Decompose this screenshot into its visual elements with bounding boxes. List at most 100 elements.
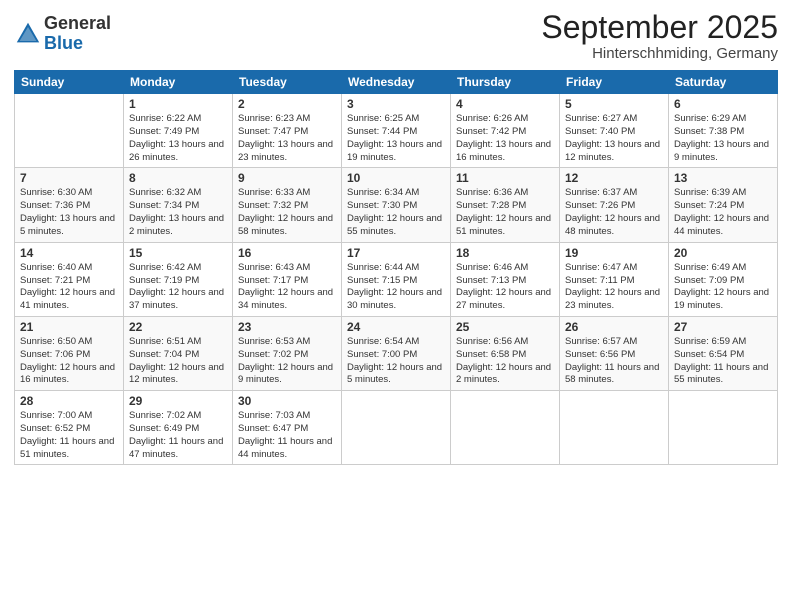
calendar-cell: 10Sunrise: 6:34 AM Sunset: 7:30 PM Dayli…: [342, 168, 451, 242]
calendar-cell: [560, 391, 669, 465]
day-info: Sunrise: 6:53 AM Sunset: 7:02 PM Dayligh…: [238, 336, 336, 387]
day-number: 12: [565, 171, 663, 185]
calendar-cell: 11 Sunrise: 6:36 AM Sunset: 7:28 PM Dayli…: [451, 168, 560, 242]
day-number: 18: [456, 246, 554, 260]
day-number: 10: [347, 171, 445, 185]
day-number: 30: [238, 394, 336, 408]
calendar-cell: 12 Sunrise: 6:37 AM Sunset: 7:26 PM Dayli…: [560, 168, 669, 242]
day-info: Sunrise: 6:29 AM Sunset: 7:38 PM Dayligh…: [674, 113, 772, 164]
calendar-header-row: SundayMondayTuesdayWednesdayThursdayFrid…: [15, 71, 778, 94]
day-info: Sunrise: 6:59 AM Sunset: 6:54 PM Dayligh…: [674, 336, 772, 387]
header: General Blue September 2025 Hinterschhmi…: [14, 10, 778, 62]
day-number: 20: [674, 246, 772, 260]
day-info: Sunrise: 6:54 AM Sunset: 7:00 PM Dayligh…: [347, 336, 445, 387]
day-info: Sunrise: 6:39 AM Sunset: 7:24 PM Dayligh…: [674, 187, 772, 238]
day-number: 6: [674, 97, 772, 111]
page-container: General Blue September 2025 Hinterschhmi…: [0, 0, 792, 475]
day-number: 29: [129, 394, 227, 408]
calendar-cell: 21 Sunrise: 6:50 AM Sunset: 7:06 PM Dayli…: [15, 316, 124, 390]
day-info: Sunrise: 6:56 AM Sunset: 6:58 PM Dayligh…: [456, 336, 554, 387]
calendar-cell: [669, 391, 778, 465]
day-number: 3: [347, 97, 445, 111]
day-info: Sunrise: 6:37 AM Sunset: 7:26 PM Dayligh…: [565, 187, 663, 238]
calendar-table: SundayMondayTuesdayWednesdayThursdayFrid…: [14, 70, 778, 465]
day-info: Sunrise: 6:50 AM Sunset: 7:06 PM Dayligh…: [20, 336, 118, 387]
logo-icon: [14, 20, 42, 48]
calendar-cell: 30 Sunrise: 7:03 AM Sunset: 6:47 PM Dayli…: [233, 391, 342, 465]
day-number: 17: [347, 246, 445, 260]
day-number: 21: [20, 320, 118, 334]
location-subtitle: Hinterschhmiding, Germany: [541, 45, 778, 62]
day-number: 26: [565, 320, 663, 334]
calendar-cell: 2 Sunrise: 6:23 AM Sunset: 7:47 PM Daylig…: [233, 94, 342, 168]
month-title: September 2025: [541, 10, 778, 45]
day-number: 11: [456, 171, 554, 185]
calendar-cell: 4Sunrise: 6:26 AM Sunset: 7:42 PM Daylig…: [451, 94, 560, 168]
col-header-thursday: Thursday: [451, 71, 560, 94]
calendar-cell: 15Sunrise: 6:42 AM Sunset: 7:19 PM Dayli…: [124, 242, 233, 316]
calendar-cell: 16 Sunrise: 6:43 AM Sunset: 7:17 PM Dayli…: [233, 242, 342, 316]
day-number: 5: [565, 97, 663, 111]
calendar-cell: 7Sunrise: 6:30 AM Sunset: 7:36 PM Daylig…: [15, 168, 124, 242]
calendar-cell: 28 Sunrise: 7:00 AM Sunset: 6:52 PM Dayli…: [15, 391, 124, 465]
day-info: Sunrise: 6:36 AM Sunset: 7:28 PM Dayligh…: [456, 187, 554, 238]
day-number: 19: [565, 246, 663, 260]
day-number: 7: [20, 171, 118, 185]
day-info: Sunrise: 6:23 AM Sunset: 7:47 PM Dayligh…: [238, 113, 336, 164]
calendar-cell: [451, 391, 560, 465]
day-info: Sunrise: 6:57 AM Sunset: 6:56 PM Dayligh…: [565, 336, 663, 387]
day-info: Sunrise: 6:47 AM Sunset: 7:11 PM Dayligh…: [565, 262, 663, 313]
calendar-cell: 3Sunrise: 6:25 AM Sunset: 7:44 PM Daylig…: [342, 94, 451, 168]
calendar-week-1: 1Sunrise: 6:22 AM Sunset: 7:49 PM Daylig…: [15, 94, 778, 168]
day-info: Sunrise: 6:40 AM Sunset: 7:21 PM Dayligh…: [20, 262, 118, 313]
calendar-cell: [15, 94, 124, 168]
col-header-monday: Monday: [124, 71, 233, 94]
calendar-week-5: 28 Sunrise: 7:00 AM Sunset: 6:52 PM Dayli…: [15, 391, 778, 465]
calendar-cell: 25Sunrise: 6:56 AM Sunset: 6:58 PM Dayli…: [451, 316, 560, 390]
day-number: 9: [238, 171, 336, 185]
calendar-cell: 8Sunrise: 6:32 AM Sunset: 7:34 PM Daylig…: [124, 168, 233, 242]
calendar-cell: 6 Sunrise: 6:29 AM Sunset: 7:38 PM Daylig…: [669, 94, 778, 168]
day-info: Sunrise: 6:32 AM Sunset: 7:34 PM Dayligh…: [129, 187, 227, 238]
day-number: 27: [674, 320, 772, 334]
day-number: 28: [20, 394, 118, 408]
day-number: 1: [129, 97, 227, 111]
day-info: Sunrise: 7:02 AM Sunset: 6:49 PM Dayligh…: [129, 410, 227, 461]
calendar-cell: 29 Sunrise: 7:02 AM Sunset: 6:49 PM Dayli…: [124, 391, 233, 465]
day-number: 2: [238, 97, 336, 111]
calendar-cell: 22 Sunrise: 6:51 AM Sunset: 7:04 PM Dayli…: [124, 316, 233, 390]
calendar-cell: 1Sunrise: 6:22 AM Sunset: 7:49 PM Daylig…: [124, 94, 233, 168]
calendar-cell: 5Sunrise: 6:27 AM Sunset: 7:40 PM Daylig…: [560, 94, 669, 168]
calendar-cell: 24 Sunrise: 6:54 AM Sunset: 7:00 PM Dayli…: [342, 316, 451, 390]
day-number: 24: [347, 320, 445, 334]
day-info: Sunrise: 6:43 AM Sunset: 7:17 PM Dayligh…: [238, 262, 336, 313]
logo: General Blue: [14, 14, 111, 54]
calendar-week-3: 14 Sunrise: 6:40 AM Sunset: 7:21 PM Dayli…: [15, 242, 778, 316]
day-number: 13: [674, 171, 772, 185]
calendar-cell: 20Sunrise: 6:49 AM Sunset: 7:09 PM Dayli…: [669, 242, 778, 316]
logo-text: General Blue: [44, 14, 111, 54]
calendar-week-4: 21 Sunrise: 6:50 AM Sunset: 7:06 PM Dayli…: [15, 316, 778, 390]
calendar-cell: 18 Sunrise: 6:46 AM Sunset: 7:13 PM Dayli…: [451, 242, 560, 316]
calendar-week-2: 7Sunrise: 6:30 AM Sunset: 7:36 PM Daylig…: [15, 168, 778, 242]
day-number: 14: [20, 246, 118, 260]
day-number: 23: [238, 320, 336, 334]
calendar-cell: [342, 391, 451, 465]
calendar-cell: 23 Sunrise: 6:53 AM Sunset: 7:02 PM Dayli…: [233, 316, 342, 390]
calendar-cell: 14 Sunrise: 6:40 AM Sunset: 7:21 PM Dayli…: [15, 242, 124, 316]
day-info: Sunrise: 7:00 AM Sunset: 6:52 PM Dayligh…: [20, 410, 118, 461]
col-header-wednesday: Wednesday: [342, 71, 451, 94]
day-info: Sunrise: 7:03 AM Sunset: 6:47 PM Dayligh…: [238, 410, 336, 461]
col-header-sunday: Sunday: [15, 71, 124, 94]
day-number: 22: [129, 320, 227, 334]
day-info: Sunrise: 6:44 AM Sunset: 7:15 PM Dayligh…: [347, 262, 445, 313]
day-number: 16: [238, 246, 336, 260]
title-block: September 2025 Hinterschhmiding, Germany: [541, 10, 778, 62]
col-header-tuesday: Tuesday: [233, 71, 342, 94]
day-info: Sunrise: 6:51 AM Sunset: 7:04 PM Dayligh…: [129, 336, 227, 387]
col-header-saturday: Saturday: [669, 71, 778, 94]
calendar-cell: 19 Sunrise: 6:47 AM Sunset: 7:11 PM Dayli…: [560, 242, 669, 316]
day-info: Sunrise: 6:46 AM Sunset: 7:13 PM Dayligh…: [456, 262, 554, 313]
day-number: 15: [129, 246, 227, 260]
calendar-cell: 26 Sunrise: 6:57 AM Sunset: 6:56 PM Dayli…: [560, 316, 669, 390]
